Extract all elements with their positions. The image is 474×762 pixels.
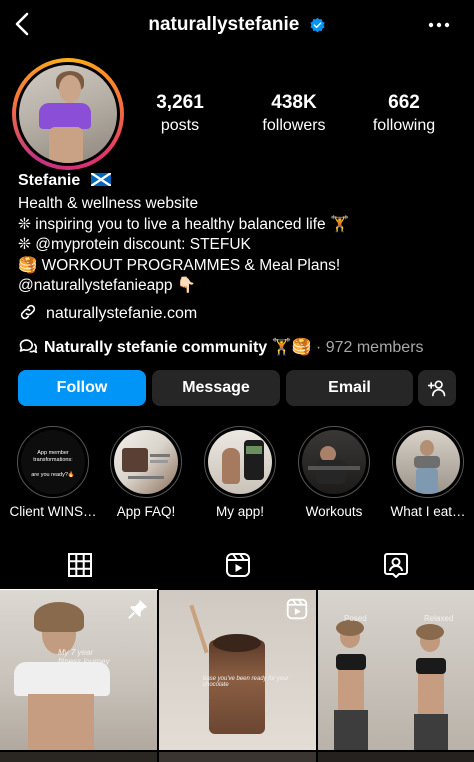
avatar-photo [19,65,117,163]
reels-icon [226,553,250,577]
bio-line: 🥞 WORKOUT PROGRAMMES & Meal Plans! [18,256,341,274]
bio-line[interactable]: ❊ @myprotein discount: STEFUK [18,235,468,256]
suggested-users-button[interactable] [418,370,456,406]
grid-post[interactable]: Posed Relaxed [318,590,474,750]
bio-line: Health & wellness website [18,195,199,212]
following-count[interactable]: 662 following [349,92,459,136]
post-caption: Relaxed [424,614,454,623]
highlight-client-wins[interactable]: App member transformations: are you read… [5,426,101,519]
highlight-cover: App member transformations: are you read… [21,430,85,494]
chat-bubbles-icon [19,339,38,354]
avatar[interactable] [12,58,124,170]
community-emoji: 🏋️🥞 [271,339,312,356]
community-name: Naturally stefanie community [44,339,268,356]
community-channel[interactable]: Naturally stefanie community 🏋️🥞 · 972 m… [18,336,424,358]
highlight-cover [396,430,460,494]
highlight-cover [302,430,366,494]
bio-line[interactable]: @naturallystefanieapp 👇🏻 [18,276,468,297]
tab-tagged[interactable] [316,548,474,590]
website-link[interactable]: naturallystefanie.com [18,302,197,322]
scotland-flag-icon [90,173,111,186]
highlight-label: App FAQ! [116,504,176,519]
highlight-what-i-eat[interactable]: What I eat… [380,426,474,519]
pinned-icon [128,599,148,619]
reel-indicator-icon [286,598,308,620]
email-button[interactable]: Email [286,370,413,406]
highlight-app-faq[interactable]: App FAQ! [98,426,194,519]
highlight-cover [208,430,272,494]
top-bar: naturallystefanie [0,0,474,52]
highlight-label: My app! [215,504,265,519]
posts-grid-icon [68,553,92,577]
posts-grid: My 7 year fitness journey base you've be… [0,590,474,762]
verified-badge-icon [310,17,325,32]
post-caption: Posed [344,614,367,623]
bio-line: ❊ inspiring you to live a healthy balanc… [18,215,350,233]
post-caption: base you've been ready for your chocolat… [203,676,289,688]
highlight-label: Client WINS… [9,504,97,519]
profile-tabs [0,548,474,590]
followers-count[interactable]: 438K followers [239,92,349,136]
grid-post[interactable]: My 7 year fitness journey [0,590,157,750]
posts-count[interactable]: 3,261 posts [125,92,235,136]
post-caption: My 7 year fitness journey [58,648,110,666]
grid-post[interactable]: base you've been ready for your chocolat… [159,590,316,750]
bio: Health & wellness website ❊ inspiring yo… [18,194,468,297]
highlight-label: What I eat… [390,504,466,519]
tab-reels[interactable] [158,548,316,590]
tab-posts[interactable] [0,548,158,590]
more-horizontal-icon[interactable] [426,14,452,36]
grid-post[interactable] [0,752,157,762]
username-title: naturallystefanie [0,14,474,36]
highlight-cover [114,430,178,494]
member-count: · 972 members [315,339,424,356]
highlight-workouts[interactable]: Workouts [286,426,382,519]
display-name: Stefanie [18,172,111,190]
grid-post[interactable] [159,752,316,762]
link-icon [20,304,36,320]
story-highlights: App member transformations: are you read… [0,426,474,526]
add-user-icon [427,380,446,397]
message-button[interactable]: Message [152,370,280,406]
highlight-label: Workouts [305,504,363,519]
tagged-icon [384,553,408,578]
grid-post[interactable] [318,752,474,762]
follow-button[interactable]: Follow [18,370,146,406]
highlight-my-app[interactable]: My app! [192,426,288,519]
username: naturallystefanie [148,14,300,35]
